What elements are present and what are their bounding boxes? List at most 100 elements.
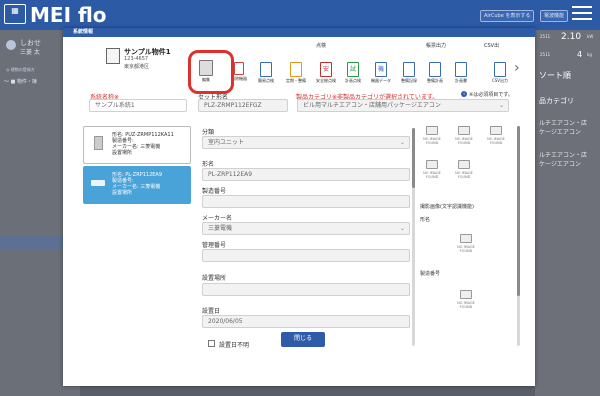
image-scrollbar[interactable] — [517, 126, 520, 346]
image-model-label: 形名 — [420, 217, 431, 223]
building-logo-icon[interactable]: ▦ — [4, 4, 26, 24]
set-model-input[interactable]: PLZ-ZRMP112EFGZ — [198, 99, 288, 112]
date-unknown-label: 設置日不明 — [219, 342, 250, 349]
place-input[interactable] — [202, 283, 410, 296]
noimage-placeholder[interactable]: NO IMAGE FOUND — [452, 126, 476, 145]
maintenance-plan-icon — [429, 62, 441, 77]
hamburger-menu-icon[interactable] — [572, 6, 592, 22]
right-unit-1: kW — [587, 34, 594, 39]
right-value-1: 2.10 — [561, 32, 582, 42]
sort-label[interactable]: ソート順 — [539, 70, 571, 81]
chevron-down-icon: ⌄ — [498, 102, 504, 109]
maker-select-value: 三菱電機 — [208, 225, 233, 232]
date-unknown-checkbox[interactable] — [208, 340, 215, 347]
periodic-inspection-button[interactable]: 定期・整備 — [284, 62, 308, 84]
serial-input[interactable] — [202, 195, 410, 208]
device-card-indoor[interactable]: 形名: PL-ZRP112EA9 製造番号: メーカー名: 三菱電機 設置場所 — [83, 166, 191, 204]
maintenance-plan-label: 整備計画 — [427, 78, 443, 83]
image-placeholder-icon — [426, 160, 438, 169]
maintenance-record-label: 整備記録 — [401, 78, 417, 83]
image-placeholder-icon — [458, 126, 470, 135]
toolbar-group-csv: CSV出 — [484, 43, 500, 49]
user-sub: 三菱 太 — [20, 49, 40, 56]
outdoor-unit-icon — [94, 136, 103, 150]
edit-highlight-ring — [188, 50, 234, 94]
right-unit-2: kg — [587, 52, 592, 57]
image-serial-label: 製造番号 — [420, 271, 441, 277]
form-scrollbar[interactable] — [412, 128, 415, 346]
csv-export-button[interactable]: CSV出力 — [488, 62, 512, 84]
plan-document-button[interactable]: 計画書 — [450, 62, 472, 84]
safety-inspection-label: 安全総点検 — [316, 78, 336, 83]
class-select-value: 室内ユニット — [208, 139, 245, 146]
toolbar-group-ledger: 帳票出力 — [426, 43, 447, 49]
radio-function-button[interactable]: 電波機能 — [540, 10, 569, 22]
noimage-placeholder[interactable]: NO IMAGE FOUND — [420, 160, 444, 179]
noimage-placeholder[interactable]: NO IMAGE FOUND — [420, 126, 444, 145]
category-1a: ルチエアコン・店 — [539, 120, 588, 127]
help-link[interactable]: ◎ 建物の登録方 — [6, 67, 35, 73]
category-header: 品カテゴリ — [539, 97, 574, 105]
maker-label: メーカー名 — [202, 215, 233, 222]
property-zip: 123-4657 — [124, 56, 149, 62]
class-select[interactable]: 室内ユニット ⌄ — [202, 136, 410, 149]
app-title: MEI flo — [30, 3, 107, 27]
property-address: 東京都港区 — [124, 64, 150, 70]
simple-inspection-button[interactable]: 簡易点検 — [256, 62, 276, 84]
mgmt-label: 管理番号 — [202, 242, 227, 249]
place-label: 設置場所 — [202, 275, 227, 282]
aircube-button[interactable]: AirCube を表示する — [480, 10, 535, 22]
maker-select[interactable]: 三菱電機 ⌄ — [202, 222, 410, 235]
safety-inspection-button[interactable]: 安 安全総点検 — [312, 62, 340, 84]
periodic-inspection-label: 定期・整備 — [286, 78, 306, 83]
plan-document-icon — [455, 62, 467, 77]
photo-label: 撮影画像(文字認識機能) — [420, 204, 474, 210]
mgmt-input[interactable] — [202, 249, 410, 262]
image-placeholder-icon — [460, 234, 472, 243]
background-right-panel: 2511 2.10 kW 2511 4 kg ソート順 品カテゴリ ルチエアコン… — [535, 30, 600, 396]
maintenance-record-button[interactable]: 整備記録 — [398, 62, 420, 84]
image-placeholder-icon — [490, 126, 502, 135]
periodic-inspection-icon — [290, 62, 302, 77]
device-card-text: 形名: PUZ-ZRMP112KA11 製造番号: メーカー名: 三菱電機 設置… — [112, 132, 174, 156]
chevron-down-icon: ⌄ — [399, 139, 405, 146]
noimage-placeholder[interactable]: NO IMAGE FOUND — [452, 160, 476, 179]
toolbar-group-inspect: 点検 — [316, 43, 327, 49]
toolbar-next-chevron-icon[interactable]: › — [514, 60, 520, 76]
close-button[interactable]: 閉じる — [281, 332, 325, 347]
image-placeholder-icon — [426, 126, 438, 135]
csv-export-icon — [494, 62, 506, 77]
indoor-unit-icon — [91, 180, 105, 186]
plan-document-label: 計画書 — [455, 78, 467, 83]
model-image-placeholder[interactable]: NO IMAGE FOUND — [450, 234, 482, 253]
model-input[interactable]: PL-ZRP112EA9 — [202, 168, 410, 181]
right-small-2: 2511 — [540, 52, 551, 57]
date-input[interactable]: 2020/06/05 — [202, 315, 410, 328]
category-select-value: ビル用マルチエアコン・店舗用パッケージエアコン — [303, 102, 441, 109]
system-name-input[interactable]: サンプル系統1 — [89, 99, 187, 112]
delete-device-icon — [234, 62, 244, 75]
info-icon[interactable]: i — [461, 91, 467, 97]
planned-inspection-button[interactable]: 試 計画点検 — [342, 62, 364, 84]
safety-inspection-icon: 安 — [320, 62, 332, 77]
right-small-1: 2511 — [540, 34, 551, 39]
device-data-button[interactable]: 機 機器データ — [368, 62, 394, 84]
date-label: 設置日 — [202, 308, 221, 315]
category-2a: ルチエアコン・店 — [539, 152, 588, 159]
maintenance-record-icon — [403, 62, 415, 77]
image-placeholder-icon — [458, 160, 470, 169]
category-select[interactable]: ビル用マルチエアコン・店舗用パッケージエアコン ⌄ — [297, 99, 509, 112]
device-card-outdoor[interactable]: 形名: PUZ-ZRMP112KA11 製造番号: メーカー名: 三菱電機 設置… — [83, 126, 191, 164]
maintenance-plan-button[interactable]: 整備計画 — [424, 62, 446, 84]
serial-image-placeholder[interactable]: NO IMAGE FOUND — [450, 290, 482, 309]
required-note: ※は必須項目です。 — [469, 92, 513, 98]
device-data-label: 機器データ — [371, 78, 391, 83]
category-1b: ケージエアコン — [539, 129, 581, 136]
planned-inspection-label: 計画点検 — [345, 78, 361, 83]
modal-title: 系統情報 — [63, 28, 535, 37]
noimage-placeholder[interactable]: NO IMAGE FOUND — [484, 126, 508, 145]
tree-root[interactable]: 〜 ■ 物件・棟 — [4, 78, 37, 85]
user-avatar — [6, 40, 16, 50]
device-data-icon: 機 — [375, 62, 387, 77]
image-placeholder-icon — [460, 290, 472, 299]
